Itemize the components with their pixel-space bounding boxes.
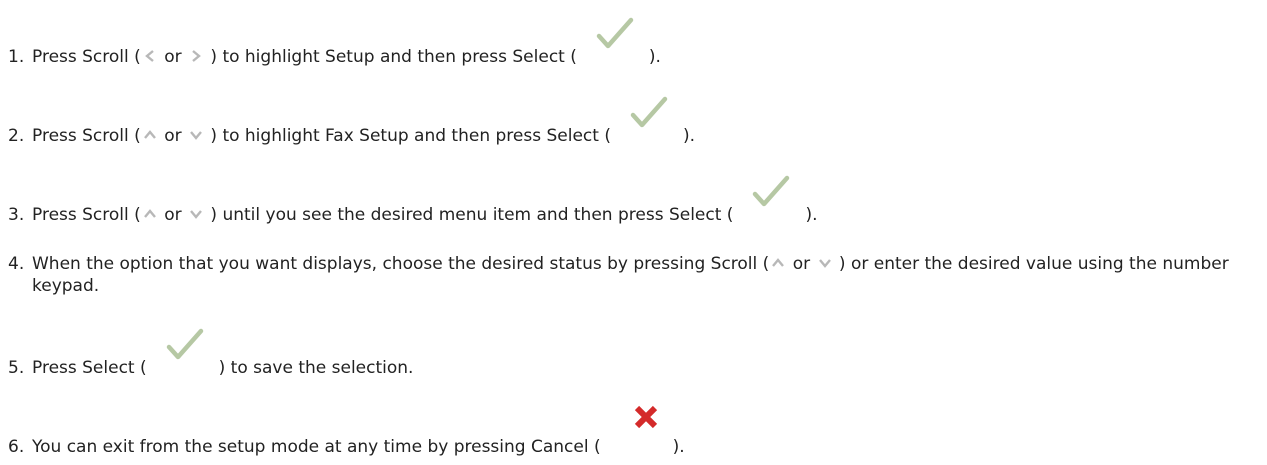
- step-number: 4.: [8, 254, 25, 274]
- step-text-part: ) until you see the desired menu item an…: [205, 205, 734, 225]
- step-text-part: or: [787, 254, 816, 274]
- step-text-part: ).: [672, 437, 685, 457]
- step-text-part: Press Scroll (: [32, 126, 141, 146]
- step-text-part: or: [158, 126, 187, 146]
- step-number: 6.: [8, 437, 25, 457]
- scroll-down-icon: [818, 256, 832, 270]
- scroll-left-icon: [143, 49, 157, 63]
- instruction-step-5: 5. Press Select ( ) to save the selection…: [8, 328, 1259, 379]
- cancel-x-icon: [601, 405, 673, 458]
- scroll-up-icon: [143, 128, 157, 142]
- step-text: Press Scroll ( or ) to highlight Fax Set…: [32, 96, 1259, 147]
- step-text-part: or: [158, 205, 187, 225]
- select-check-icon: [733, 175, 805, 226]
- select-check-icon: [147, 328, 219, 379]
- step-text: Press Scroll ( or ) to highlight Setup a…: [32, 17, 1259, 68]
- instruction-step-1: 1. Press Scroll ( or ) to highlight Setu…: [8, 17, 1259, 68]
- step-text: Press Select ( ) to save the selection.: [32, 328, 1259, 379]
- select-check-icon: [577, 17, 649, 68]
- instruction-step-4: 4. When the option that you want display…: [8, 253, 1259, 297]
- step-text: Press Scroll ( or ) until you see the de…: [32, 175, 1259, 226]
- step-text-part: Press Scroll (: [32, 205, 141, 225]
- step-text-part: or: [158, 47, 187, 67]
- step-number: 2.: [8, 126, 25, 146]
- instruction-step-2: 2. Press Scroll ( or ) to highlight Fax …: [8, 96, 1259, 147]
- step-text-part: When the option that you want displays, …: [32, 254, 770, 274]
- instruction-step-6: 6. You can exit from the setup mode at a…: [8, 405, 1259, 458]
- step-text-part: Press Scroll (: [32, 47, 141, 67]
- step-number: 3.: [8, 205, 25, 225]
- step-text-part: ).: [805, 205, 818, 225]
- step-number: 1.: [8, 47, 25, 67]
- step-text-part: ).: [648, 47, 661, 67]
- step-text: You can exit from the setup mode at any …: [32, 405, 1259, 458]
- scroll-down-icon: [189, 128, 203, 142]
- step-text: When the option that you want displays, …: [32, 253, 1259, 297]
- instruction-step-3: 3. Press Scroll ( or ) until you see the…: [8, 175, 1259, 226]
- step-text-part: ) to highlight Fax Setup and then press …: [205, 126, 611, 146]
- step-text-part: ) to save the selection.: [218, 358, 414, 378]
- step-number: 5.: [8, 358, 25, 378]
- scroll-down-icon: [189, 207, 203, 221]
- scroll-right-icon: [189, 49, 203, 63]
- select-check-icon: [611, 96, 683, 147]
- step-text-part: You can exit from the setup mode at any …: [32, 437, 601, 457]
- step-text-part: ) to highlight Setup and then press Sele…: [205, 47, 577, 67]
- scroll-up-icon: [143, 207, 157, 221]
- step-text-part: ).: [682, 126, 696, 146]
- step-text-part: Press Select (: [32, 358, 147, 378]
- scroll-up-icon: [771, 256, 785, 270]
